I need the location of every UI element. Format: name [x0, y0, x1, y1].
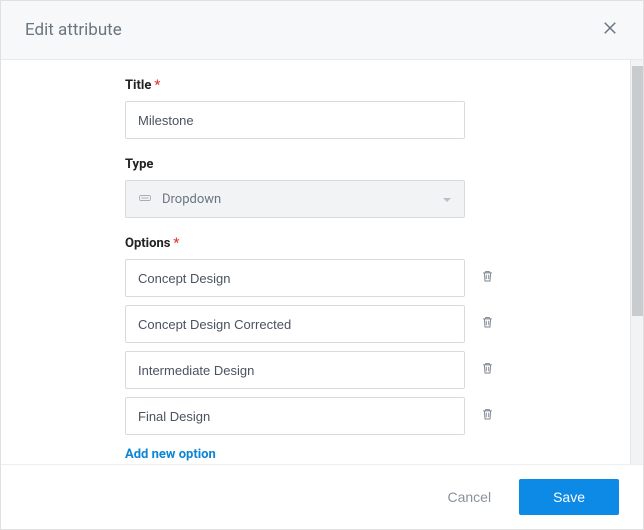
required-marker: * — [154, 78, 160, 93]
option-row — [125, 397, 565, 435]
option-input[interactable] — [125, 351, 465, 389]
type-field-block: Type Dropdown — [125, 157, 565, 218]
delete-option-button[interactable] — [477, 268, 497, 288]
title-input[interactable] — [125, 101, 465, 139]
type-label: Type — [125, 157, 565, 172]
option-row — [125, 259, 565, 297]
options-field-block: Options* Add new option — [125, 236, 565, 462]
type-select[interactable]: Dropdown — [125, 180, 465, 218]
trash-icon — [480, 268, 495, 288]
close-button[interactable] — [601, 19, 619, 41]
chevron-down-icon — [442, 190, 452, 209]
option-input[interactable] — [125, 259, 465, 297]
trash-icon — [480, 360, 495, 380]
required-marker: * — [173, 236, 179, 251]
title-label-text: Title — [125, 78, 151, 93]
title-field-block: Title* — [125, 78, 565, 139]
trash-icon — [480, 406, 495, 426]
option-row — [125, 305, 565, 343]
dialog-title: Edit attribute — [25, 20, 122, 40]
scrollbar-track[interactable] — [630, 60, 643, 464]
delete-option-button[interactable] — [477, 406, 497, 426]
close-icon — [601, 19, 619, 41]
save-button[interactable]: Save — [519, 479, 619, 515]
option-input[interactable] — [125, 397, 465, 435]
cancel-button[interactable]: Cancel — [441, 481, 497, 513]
delete-option-button[interactable] — [477, 360, 497, 380]
edit-attribute-dialog: Edit attribute Title* Type — [0, 0, 644, 530]
dialog-body: Title* Type Dropdown — [1, 60, 630, 464]
options-label-text: Options — [125, 236, 170, 251]
dropdown-type-icon — [138, 190, 152, 209]
options-label: Options* — [125, 236, 565, 251]
option-row — [125, 351, 565, 389]
title-label: Title* — [125, 78, 565, 93]
type-selected-text: Dropdown — [162, 192, 432, 207]
scrollbar-thumb[interactable] — [632, 66, 643, 316]
option-input[interactable] — [125, 305, 465, 343]
trash-icon — [480, 314, 495, 334]
dialog-footer: Cancel Save — [1, 464, 643, 529]
dialog-header: Edit attribute — [1, 1, 643, 60]
add-option-button[interactable]: Add new option — [125, 447, 216, 462]
delete-option-button[interactable] — [477, 314, 497, 334]
